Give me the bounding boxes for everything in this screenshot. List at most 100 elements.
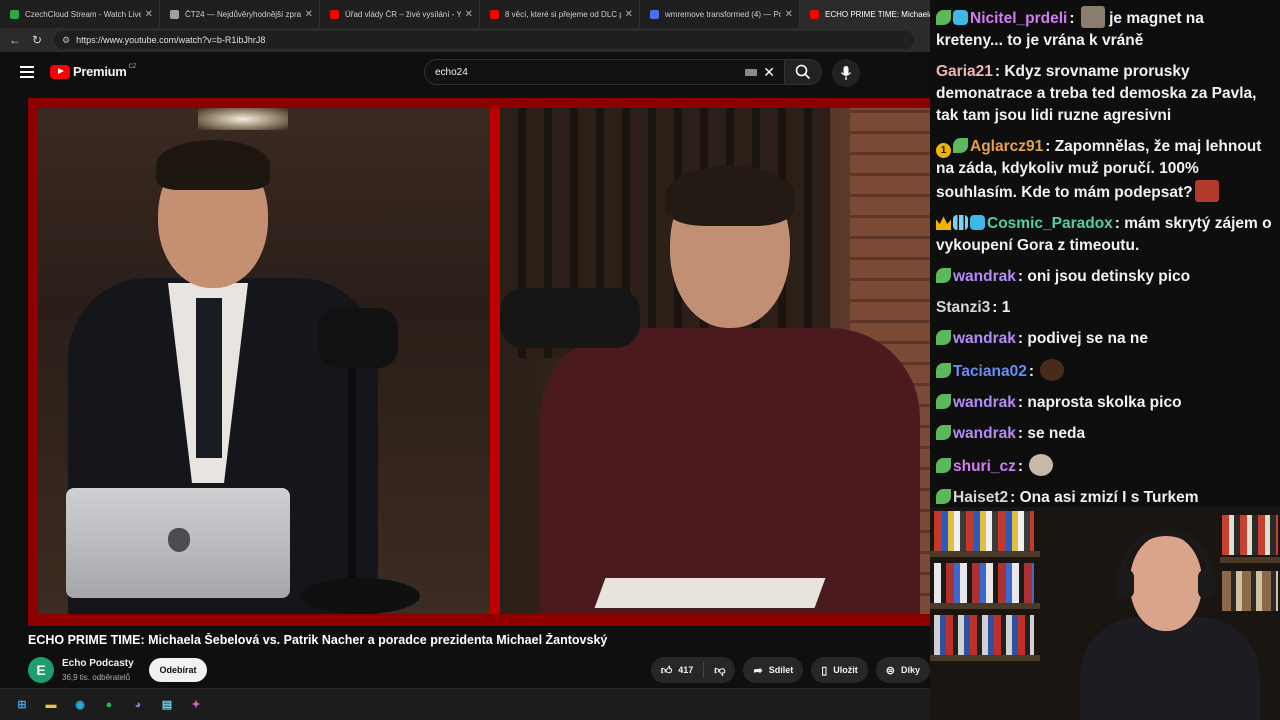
site-info-icon[interactable]: ⚙	[62, 35, 70, 46]
chat-separator: :	[994, 63, 1005, 80]
chat-username[interactable]: wandrak	[953, 330, 1016, 347]
menu-icon[interactable]	[20, 66, 34, 78]
voice-search-button[interactable]	[832, 59, 860, 87]
thumbs-down-icon: 👎︎	[714, 664, 726, 677]
youtube-play-icon	[50, 64, 70, 79]
search-input[interactable]: echo24 ✕	[424, 59, 786, 85]
chat-message: Nicitel_prdeli: je magnet na kreteny... …	[936, 6, 1274, 52]
chat-text: podivej se na ne	[1027, 330, 1148, 347]
keyboard-icon[interactable]	[745, 69, 757, 76]
chat-emote-icon	[1029, 454, 1054, 476]
video-player[interactable]	[28, 98, 930, 626]
file-explorer-icon[interactable]: ▬	[41, 695, 61, 715]
podcast-microphone	[318, 308, 398, 368]
chat-username[interactable]: wandrak	[953, 394, 1016, 411]
chat-username[interactable]: Garia21	[936, 63, 993, 80]
copilot-icon[interactable]: ✦	[186, 695, 206, 715]
spotify-icon[interactable]: ●	[99, 695, 119, 715]
chat-message: Stanzi3: 1	[936, 297, 1274, 319]
chat-username[interactable]: wandrak	[953, 268, 1016, 285]
logo-wordmark: Premium	[73, 64, 127, 79]
browser-tab[interactable]: ECHO PRIME TIME: Michaela Š	[800, 0, 930, 28]
chat-badge-icon	[936, 363, 951, 378]
url-field[interactable]: ⚙ https://www.youtube.com/watch?v=b-R1ib…	[54, 31, 914, 49]
browser-tab[interactable]: ČT24 — Nejdůvěryhodnější zpravo ✕	[160, 0, 320, 28]
windows-taskbar: ⊞ ▬ ◉ ● ◕ ▤ ✦	[0, 688, 930, 720]
chat-text: se neda	[1027, 425, 1086, 442]
chat-username[interactable]: Aglarcz91	[970, 138, 1043, 155]
host-tie	[196, 298, 222, 458]
chat-text: 1	[1001, 299, 1011, 316]
subscribe-button[interactable]: Odebírat	[149, 658, 207, 682]
discord-icon[interactable]: ◕	[128, 695, 148, 715]
thanks-button[interactable]: ⊜ Díky	[875, 657, 930, 683]
like-button[interactable]: 👍︎ 417	[651, 657, 704, 683]
tab-label: Úřad vlády ČR – živé vysílání - You	[345, 9, 461, 19]
back-arrow-icon[interactable]: ←	[6, 31, 24, 49]
close-tab-icon[interactable]: ✕	[785, 9, 793, 20]
chat-username[interactable]: shuri_cz	[953, 458, 1016, 475]
windows-start-icon[interactable]: ⊞	[12, 695, 32, 715]
chat-message: 1 Aglarcz91: Zapomnělas, že maj lehnout n…	[936, 136, 1274, 204]
chat-badge-icon	[953, 10, 968, 25]
super-thanks-icon: ⊜	[885, 664, 895, 677]
chat-username[interactable]: Taciana02	[953, 363, 1027, 380]
tab-favicon-icon	[650, 9, 659, 19]
ceiling-lamp	[198, 108, 288, 130]
chat-message: Taciana02:	[936, 359, 1274, 383]
screen: CzechCloud Stream - Watch Live o ✕ ČT24 — …	[0, 0, 1280, 720]
youtube-logo[interactable]: Premium CZ	[50, 64, 137, 79]
browser-tab[interactable]: Úřad vlády ČR – živé vysílání - You ✕	[320, 0, 480, 28]
channel-avatar[interactable]: E	[28, 657, 54, 683]
close-tab-icon[interactable]: ✕	[305, 9, 313, 20]
search-button[interactable]	[784, 59, 822, 85]
chat-text: naprosta skolka pico	[1027, 394, 1182, 411]
chat-username[interactable]: Nicitel_prdeli	[970, 10, 1067, 27]
share-button[interactable]: ➦ Sdílet	[743, 657, 804, 683]
guest-microphone	[500, 288, 640, 348]
dislike-button[interactable]: 👎︎	[704, 657, 735, 683]
chat-separator: :	[1010, 489, 1020, 506]
chat-separator: :	[1069, 10, 1079, 27]
chat-message: shuri_cz:	[936, 454, 1274, 478]
like-count: 417	[678, 665, 694, 675]
books	[934, 511, 1034, 551]
edge-browser-icon[interactable]: ◉	[70, 695, 90, 715]
bookshelf-shelf	[1220, 557, 1280, 563]
save-button[interactable]: ▯ Uložit	[811, 657, 868, 683]
channel-name[interactable]: Echo Podcasty	[62, 658, 134, 669]
mic-stand	[348, 368, 356, 588]
chat-emote-icon	[1080, 6, 1105, 28]
chat-username[interactable]: wandrak	[953, 425, 1016, 442]
close-tab-icon[interactable]: ✕	[625, 9, 633, 20]
video-right-pane	[500, 108, 930, 614]
browser-tab[interactable]: CzechCloud Stream - Watch Live o ✕	[0, 0, 160, 28]
browser-tab[interactable]: wmremove transformed (4) — Po ✕	[640, 0, 800, 28]
close-tab-icon[interactable]: ✕	[145, 9, 153, 20]
browser-tab[interactable]: 8 věcí, které si přejeme od DLC pro ✕	[480, 0, 640, 28]
chat-separator: :	[1017, 394, 1028, 411]
tab-label: CzechCloud Stream - Watch Live o	[25, 9, 141, 19]
notepad-icon[interactable]: ▤	[157, 695, 177, 715]
reload-icon[interactable]: ↻	[28, 31, 46, 49]
chat-username[interactable]: Cosmic_Paradox	[987, 215, 1113, 232]
chat-separator: :	[992, 299, 1002, 316]
tab-favicon-icon	[170, 9, 179, 19]
chat-emote-icon	[1194, 180, 1219, 202]
address-bar-row: ← ↻ ⚙ https://www.youtube.com/watch?v=b-…	[0, 28, 930, 52]
chat-separator: :	[1045, 138, 1055, 155]
chat-username[interactable]: Stanzi3	[936, 299, 990, 316]
chat-badge-icon	[953, 215, 968, 230]
tab-favicon-icon	[330, 9, 339, 19]
chat-username[interactable]: Haiset2	[953, 489, 1008, 506]
chat-emote-icon	[1040, 359, 1065, 381]
laptop	[66, 488, 290, 598]
chat-badge-icon	[936, 216, 951, 230]
clear-search-icon[interactable]: ✕	[763, 64, 775, 81]
channel-row: E Echo Podcasty 36,9 tis. odběratelů Ode…	[28, 654, 930, 686]
youtube-header: Premium CZ echo24 ✕	[0, 52, 930, 94]
books	[934, 615, 1034, 655]
close-tab-icon[interactable]: ✕	[465, 9, 473, 20]
tab-favicon-icon	[810, 9, 819, 19]
books	[1222, 515, 1278, 555]
